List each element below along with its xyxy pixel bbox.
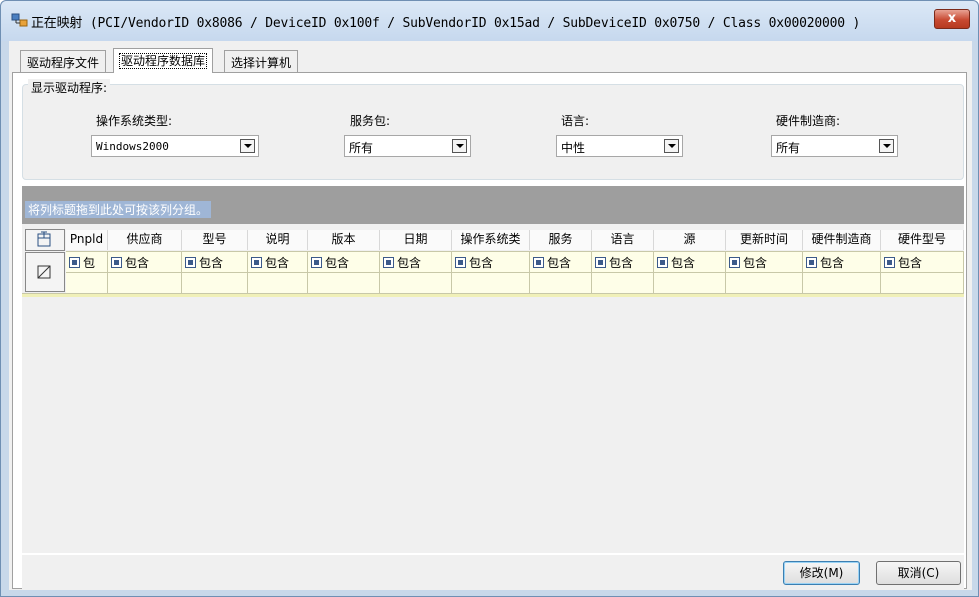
column-header[interactable]: Pnpld xyxy=(66,230,108,250)
column-header[interactable]: 说明 xyxy=(248,230,308,250)
window-title: 正在映射 (PCI/VendorID 0x8086 / DeviceID 0x1… xyxy=(31,16,861,31)
filter-operator[interactable]: 包含 xyxy=(251,254,289,271)
filter-operator-label: 包 xyxy=(83,256,96,270)
filter-operator[interactable]: 包含 xyxy=(806,254,844,271)
tab-label: 驱动程序数据库 xyxy=(118,53,208,69)
cancel-button[interactable]: 取消(C) xyxy=(876,561,961,585)
filter-operator[interactable]: 包含 xyxy=(111,254,149,271)
filter-operator-label: 包含 xyxy=(743,256,768,270)
column-header[interactable]: 版本 xyxy=(308,230,380,250)
chevron-down-icon[interactable] xyxy=(664,139,679,153)
filter-operator-label: 包含 xyxy=(125,256,150,270)
filter-operator-icon xyxy=(595,257,606,268)
filter-operator-icon xyxy=(185,257,196,268)
language-label: 语言: xyxy=(561,114,590,128)
filter-operator-icon xyxy=(383,257,394,268)
chevron-down-icon[interactable] xyxy=(240,139,255,153)
close-icon: x xyxy=(947,11,957,26)
manufacturer-value: 所有 xyxy=(776,141,801,155)
filter-operator-icon xyxy=(69,257,80,268)
os-type-value: Windows2000 xyxy=(96,140,169,153)
filter-operator-label: 包含 xyxy=(671,256,696,270)
filter-operator[interactable]: 包含 xyxy=(311,254,349,271)
column-header[interactable]: 语言 xyxy=(592,230,654,250)
filter-operator-label: 包含 xyxy=(898,256,923,270)
filter-operator-icon xyxy=(311,257,322,268)
group-by-area[interactable]: 将列标题拖到此处可按该列分组。 xyxy=(22,186,964,224)
filter-operator-label: 包含 xyxy=(820,256,845,270)
column-header[interactable]: 操作系统类 xyxy=(452,230,530,250)
tab-select-computer[interactable]: 选择计算机 xyxy=(224,50,299,72)
filter-operator[interactable]: 包含 xyxy=(657,254,695,271)
language-select[interactable]: 中性 xyxy=(556,135,683,157)
modify-button[interactable]: 修改(M) xyxy=(783,561,860,585)
filter-groupbox xyxy=(22,84,964,180)
filter-operator[interactable]: 包含 xyxy=(884,254,922,271)
column-header[interactable]: 硬件制造商 xyxy=(803,230,881,250)
filter-operator[interactable]: 包含 xyxy=(595,254,633,271)
tab-driver-files[interactable]: 驱动程序文件 xyxy=(20,50,107,72)
filter-operator-label: 包含 xyxy=(265,256,290,270)
filter-operator-icon xyxy=(533,257,544,268)
service-pack-value: 所有 xyxy=(349,141,374,155)
service-pack-select[interactable]: 所有 xyxy=(344,135,471,157)
column-header[interactable]: 源 xyxy=(654,230,726,250)
manufacturer-label: 硬件制造商: xyxy=(776,114,841,128)
filter-operator-icon xyxy=(455,257,466,268)
chevron-down-icon[interactable] xyxy=(879,139,894,153)
language-value: 中性 xyxy=(561,141,586,155)
chevron-down-icon[interactable] xyxy=(452,139,467,153)
filter-operator-icon xyxy=(251,257,262,268)
filter-group-title: 显示驱动程序: xyxy=(28,79,111,96)
filter-operator-icon xyxy=(729,257,740,268)
group-by-hint: 将列标题拖到此处可按该列分组。 xyxy=(25,201,212,218)
filter-operator-label: 包含 xyxy=(325,256,350,270)
filter-operator-icon xyxy=(657,257,668,268)
column-header[interactable]: 型号 xyxy=(182,230,248,250)
title-bar[interactable]: 正在映射 (PCI/VendorID 0x8086 / DeviceID 0x1… xyxy=(1,1,978,41)
clear-filter-button[interactable] xyxy=(25,252,65,292)
column-header[interactable]: 硬件型号 xyxy=(881,230,964,250)
filter-operator-label: 包含 xyxy=(547,256,572,270)
filter-operator-label: 包含 xyxy=(469,256,494,270)
filter-operator-label: 包含 xyxy=(397,256,422,270)
column-header[interactable]: 供应商 xyxy=(108,230,182,250)
filter-operator[interactable]: 包含 xyxy=(455,254,493,271)
network-app-icon xyxy=(11,13,28,27)
column-header[interactable]: 日期 xyxy=(380,230,452,250)
filter-operator-icon xyxy=(806,257,817,268)
filter-operator[interactable]: 包含 xyxy=(383,254,421,271)
filter-operator[interactable]: 包含 xyxy=(729,254,767,271)
filter-operator[interactable]: 包 xyxy=(69,254,95,271)
column-header[interactable]: 更新时间 xyxy=(726,230,803,250)
filter-operator-icon xyxy=(111,257,122,268)
row-divider xyxy=(66,272,964,273)
clear-filter-icon xyxy=(37,265,51,279)
filter-operator-icon xyxy=(884,257,895,268)
service-pack-label: 服务包: xyxy=(350,114,391,128)
column-header[interactable]: 服务 xyxy=(530,230,592,250)
column-chooser-button[interactable] xyxy=(25,229,65,251)
tab-label: 选择计算机 xyxy=(231,56,292,70)
os-type-label: 操作系统类型: xyxy=(96,114,173,128)
filter-operator-label: 包含 xyxy=(199,256,224,270)
filter-operator[interactable]: 包含 xyxy=(533,254,571,271)
tab-label: 驱动程序文件 xyxy=(27,56,100,70)
filter-operator[interactable]: 包含 xyxy=(185,254,223,271)
filter-operator-label: 包含 xyxy=(609,256,634,270)
os-type-select[interactable]: Windows2000 xyxy=(91,135,259,157)
column-chooser-icon xyxy=(37,231,51,247)
tab-driver-database[interactable]: 驱动程序数据库 xyxy=(113,48,214,73)
close-button[interactable]: x xyxy=(934,9,970,29)
manufacturer-select[interactable]: 所有 xyxy=(771,135,898,157)
grid-bottom-band xyxy=(22,293,964,297)
